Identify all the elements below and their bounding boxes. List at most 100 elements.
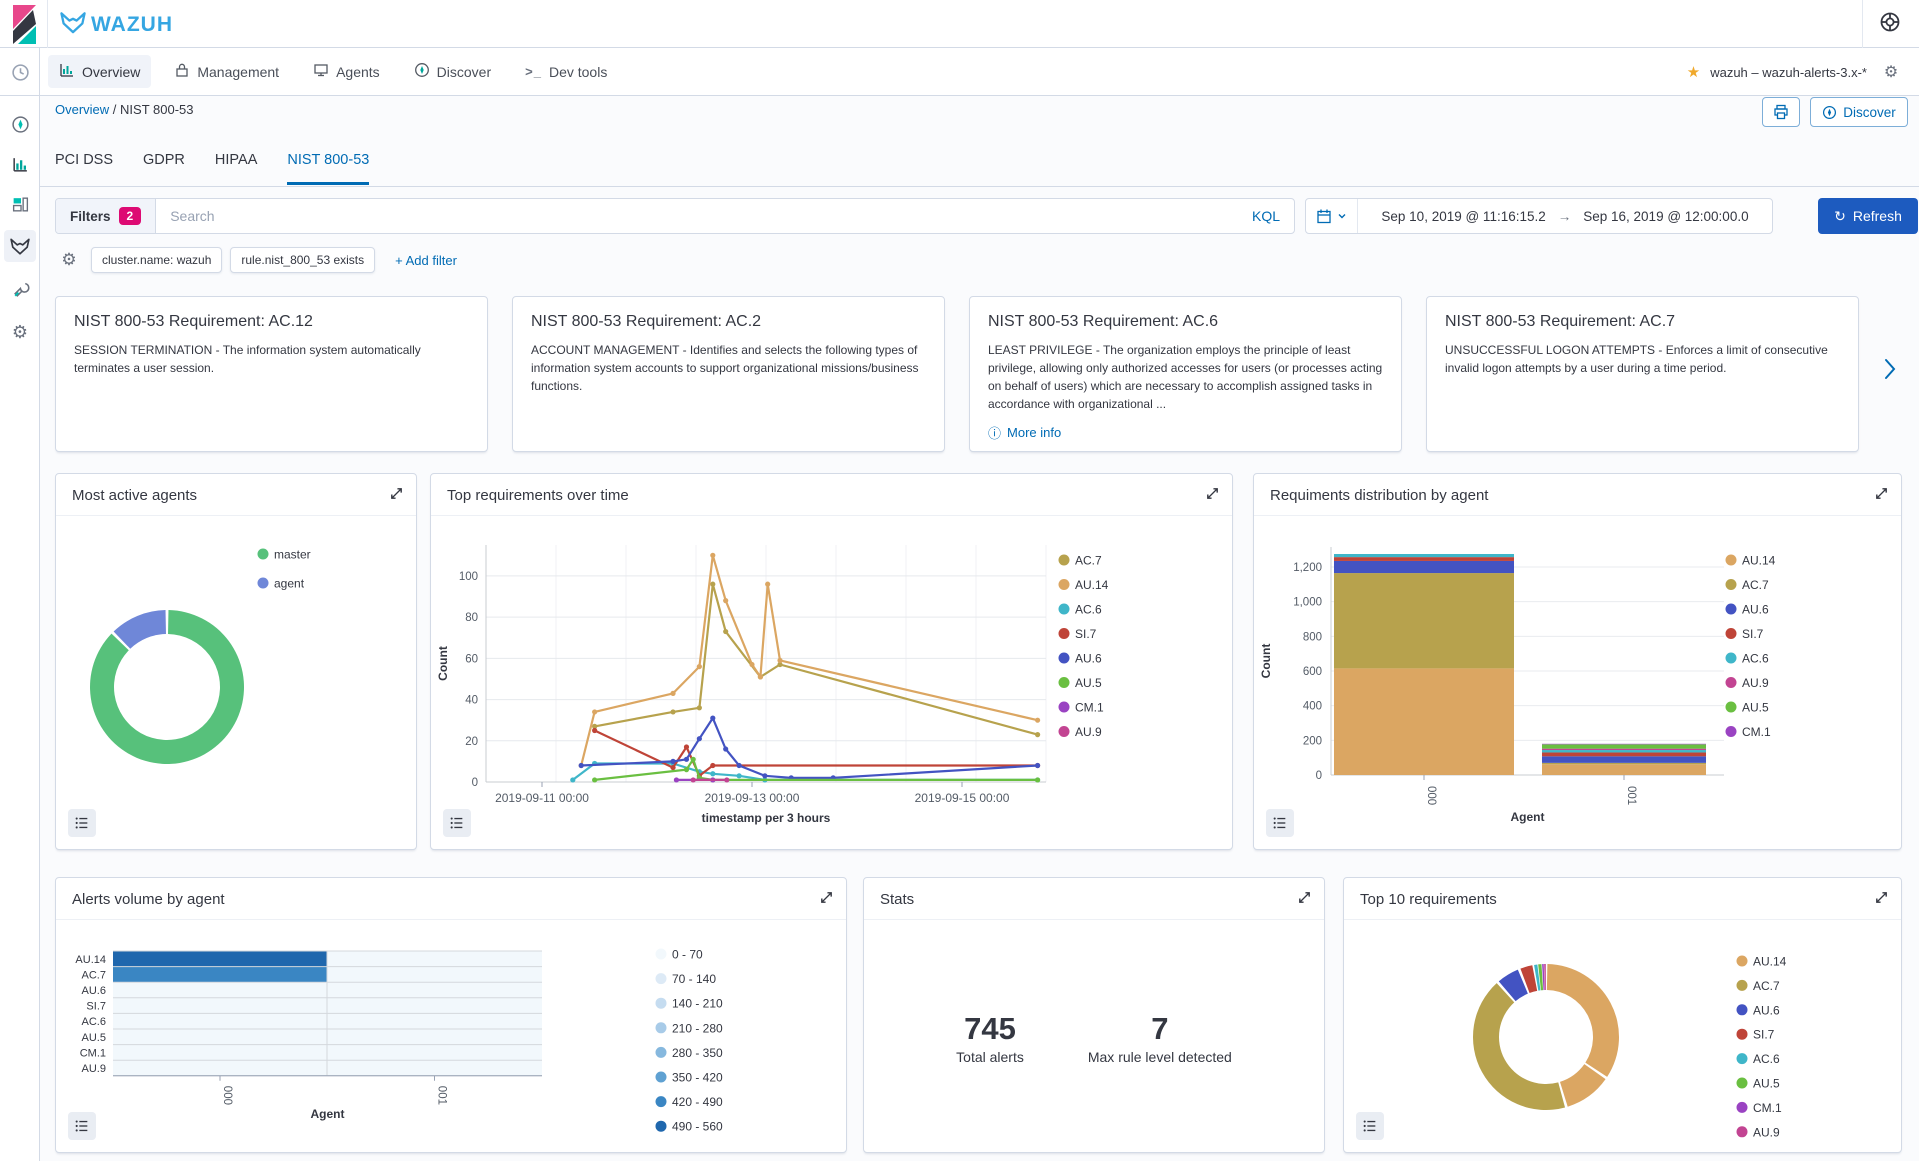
legend-label[interactable]: 490 - 560 bbox=[672, 1120, 723, 1134]
top-10-requirements-donut-chart[interactable]: AU.14AC.7AU.6SI.7AC.6AU.5CM.1AU.9 bbox=[1344, 921, 1901, 1152]
legend-label[interactable]: SI.7 bbox=[1753, 1028, 1775, 1042]
legend-dot[interactable] bbox=[656, 998, 667, 1009]
bar-segment[interactable] bbox=[1542, 764, 1706, 775]
legend-dot[interactable] bbox=[1737, 1126, 1748, 1137]
help-icon[interactable] bbox=[1879, 11, 1901, 38]
heatmap-cell[interactable] bbox=[113, 951, 327, 967]
heatmap-cell[interactable] bbox=[327, 982, 542, 998]
tab-pci-dss[interactable]: PCI DSS bbox=[55, 152, 113, 185]
legend-dot[interactable] bbox=[1737, 1053, 1748, 1064]
heatmap-cell[interactable] bbox=[113, 1013, 327, 1029]
heatmap-cell[interactable] bbox=[113, 982, 327, 998]
legend-label[interactable]: AC.7 bbox=[1753, 979, 1780, 993]
legend-dot[interactable] bbox=[1059, 726, 1070, 737]
legend-dot[interactable] bbox=[1737, 1102, 1748, 1113]
legend-label[interactable]: 280 - 350 bbox=[672, 1046, 723, 1060]
legend-label[interactable]: AC.6 bbox=[1075, 603, 1102, 617]
tab-gdpr[interactable]: GDPR bbox=[143, 152, 185, 185]
line-series[interactable] bbox=[595, 584, 1038, 734]
devtools-app-icon[interactable] bbox=[7, 277, 33, 303]
legend-label[interactable]: AU.9 bbox=[1742, 676, 1769, 690]
legend-dot[interactable] bbox=[1726, 604, 1737, 615]
heatmap-cell[interactable] bbox=[113, 967, 327, 983]
settings-gear-icon[interactable]: ⚙ bbox=[1877, 58, 1905, 86]
legend-toggle-icon[interactable] bbox=[68, 1112, 96, 1140]
legend-dot[interactable] bbox=[1726, 726, 1737, 737]
nav-overview[interactable]: Overview bbox=[48, 55, 151, 88]
legend-dot[interactable] bbox=[656, 1022, 667, 1033]
legend-label[interactable]: SI.7 bbox=[1075, 627, 1097, 641]
expand-panel-icon[interactable] bbox=[1874, 486, 1889, 506]
legend-dot[interactable] bbox=[1726, 702, 1737, 713]
heatmap-cell[interactable] bbox=[113, 998, 327, 1014]
legend-label[interactable]: AC.6 bbox=[1742, 652, 1769, 666]
nav-devtools[interactable]: >_ Dev tools bbox=[514, 57, 618, 87]
nav-management[interactable]: Management bbox=[163, 55, 290, 88]
bar-segment[interactable] bbox=[1542, 756, 1706, 763]
tab-hipaa[interactable]: HIPAA bbox=[215, 152, 257, 185]
legend-label[interactable]: AU.14 bbox=[1742, 554, 1776, 568]
bar-segment[interactable] bbox=[1334, 573, 1514, 668]
bar-segment[interactable] bbox=[1334, 561, 1514, 573]
legend-dot[interactable] bbox=[1059, 555, 1070, 566]
legend-dot[interactable] bbox=[1726, 677, 1737, 688]
legend-label[interactable]: AU.6 bbox=[1075, 652, 1102, 666]
legend-dot[interactable] bbox=[656, 1047, 667, 1058]
legend-dot[interactable] bbox=[1059, 628, 1070, 639]
cards-next-chevron-icon[interactable] bbox=[1884, 358, 1896, 385]
bar-segment[interactable] bbox=[1542, 749, 1706, 750]
legend-toggle-icon[interactable] bbox=[68, 809, 96, 837]
bar-segment[interactable] bbox=[1334, 554, 1514, 557]
legend-label[interactable]: SI.7 bbox=[1742, 627, 1764, 641]
bar-segment[interactable] bbox=[1334, 668, 1514, 775]
management-app-icon[interactable]: ⚙ bbox=[7, 319, 33, 345]
filter-options-gear-icon[interactable]: ⚙ bbox=[55, 246, 83, 274]
expand-panel-icon[interactable] bbox=[1874, 890, 1889, 910]
bar-segment[interactable] bbox=[1542, 752, 1706, 756]
legend-label[interactable]: agent bbox=[274, 577, 305, 591]
legend-dot[interactable] bbox=[1726, 555, 1737, 566]
kibana-logo-icon[interactable] bbox=[0, 0, 48, 48]
legend-dot[interactable] bbox=[1726, 628, 1737, 639]
more-info-link[interactable]: ⓘ More info bbox=[988, 423, 1383, 442]
pie-slice[interactable] bbox=[1547, 964, 1619, 1077]
legend-label[interactable]: 350 - 420 bbox=[672, 1071, 723, 1085]
legend-label[interactable]: 70 - 140 bbox=[672, 972, 716, 986]
wazuh-app-icon[interactable] bbox=[4, 230, 36, 262]
heatmap-cell[interactable] bbox=[113, 1045, 327, 1061]
kql-toggle[interactable]: KQL bbox=[1238, 208, 1294, 224]
legend-dot[interactable] bbox=[1737, 956, 1748, 967]
legend-label[interactable]: AC.7 bbox=[1075, 554, 1102, 568]
legend-label[interactable]: AU.5 bbox=[1742, 701, 1769, 715]
legend-dot[interactable] bbox=[656, 949, 667, 960]
nav-discover[interactable]: Discover bbox=[403, 55, 502, 88]
print-report-button[interactable] bbox=[1762, 97, 1800, 127]
legend-dot[interactable] bbox=[1059, 579, 1070, 590]
heatmap-cell[interactable] bbox=[113, 1060, 327, 1076]
legend-label[interactable]: AU.14 bbox=[1075, 578, 1109, 592]
legend-dot[interactable] bbox=[1737, 980, 1748, 991]
tab-nist-800-53[interactable]: NIST 800-53 bbox=[287, 152, 369, 185]
legend-dot[interactable] bbox=[1059, 653, 1070, 664]
filters-dropdown[interactable]: Filters 2 bbox=[56, 199, 156, 233]
expand-panel-icon[interactable] bbox=[1297, 890, 1312, 910]
legend-dot[interactable] bbox=[258, 578, 269, 589]
top-requirements-line-chart[interactable]: 0204060801002019-09-11 00:002019-09-13 0… bbox=[431, 517, 1232, 849]
visualize-app-icon[interactable] bbox=[7, 151, 33, 177]
legend-label[interactable]: AU.5 bbox=[1753, 1077, 1780, 1091]
requirements-distribution-bar-chart[interactable]: 02004006008001,0001,200000001AgentCountA… bbox=[1254, 517, 1901, 849]
legend-label[interactable]: master bbox=[274, 548, 311, 562]
heatmap-cell[interactable] bbox=[327, 1060, 542, 1076]
most-active-agents-donut-chart[interactable]: master agent bbox=[56, 517, 416, 849]
expand-panel-icon[interactable] bbox=[389, 486, 404, 506]
legend-toggle-icon[interactable] bbox=[1356, 1112, 1384, 1140]
heatmap-cell[interactable] bbox=[327, 1029, 542, 1045]
index-pattern-selector[interactable]: wazuh – wazuh-alerts-3.x-* bbox=[1710, 65, 1867, 80]
filter-pill-rule-nist-exists[interactable]: rule.nist_800_53 exists bbox=[230, 247, 375, 273]
legend-label[interactable]: AU.14 bbox=[1753, 955, 1787, 969]
legend-dot[interactable] bbox=[1726, 653, 1737, 664]
legend-label[interactable]: AU.9 bbox=[1075, 725, 1102, 739]
legend-label[interactable]: AU.6 bbox=[1753, 1003, 1780, 1017]
legend-label[interactable]: AU.9 bbox=[1753, 1125, 1780, 1139]
legend-label[interactable]: 420 - 490 bbox=[672, 1095, 723, 1109]
